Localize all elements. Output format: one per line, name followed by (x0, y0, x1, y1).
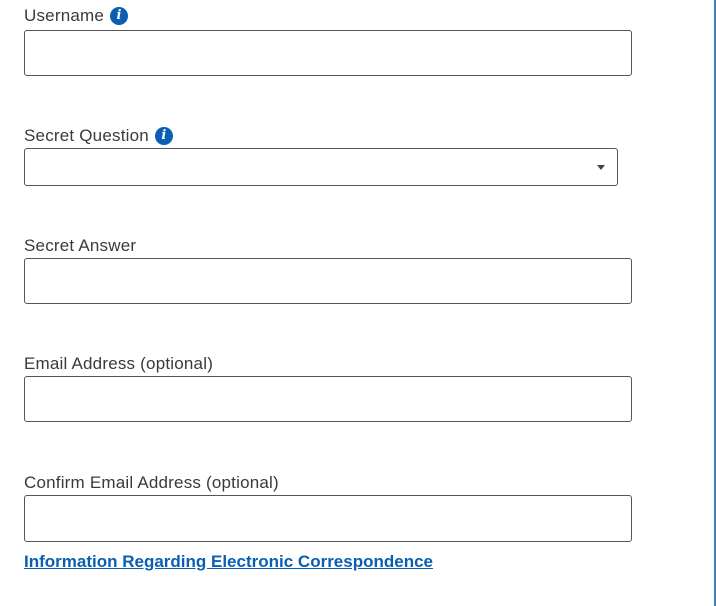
confirm-email-label-text: Confirm Email Address (optional) (24, 473, 279, 492)
secret-answer-label-text: Secret Answer (24, 236, 137, 255)
secret-question-select[interactable] (24, 148, 618, 186)
electronic-correspondence-link[interactable]: Information Regarding Electronic Corresp… (24, 552, 433, 572)
secret-answer-input[interactable] (24, 258, 632, 304)
secret-question-label-text: Secret Question (24, 126, 149, 145)
username-label: Username i (24, 6, 129, 26)
secret-question-label: Secret Question i (24, 126, 173, 146)
email-input[interactable] (24, 376, 632, 422)
caret-down-icon (597, 165, 605, 170)
email-label: Email Address (optional) (24, 354, 213, 374)
info-circle-icon[interactable]: i (154, 127, 173, 145)
confirm-email-label: Confirm Email Address (optional) (24, 473, 279, 493)
username-label-text: Username (24, 6, 105, 25)
username-input[interactable] (24, 30, 632, 76)
info-circle-icon[interactable]: i (110, 7, 129, 25)
confirm-email-input[interactable] (24, 495, 632, 542)
email-label-text: Email Address (optional) (24, 354, 214, 373)
secret-answer-label: Secret Answer (24, 236, 136, 256)
